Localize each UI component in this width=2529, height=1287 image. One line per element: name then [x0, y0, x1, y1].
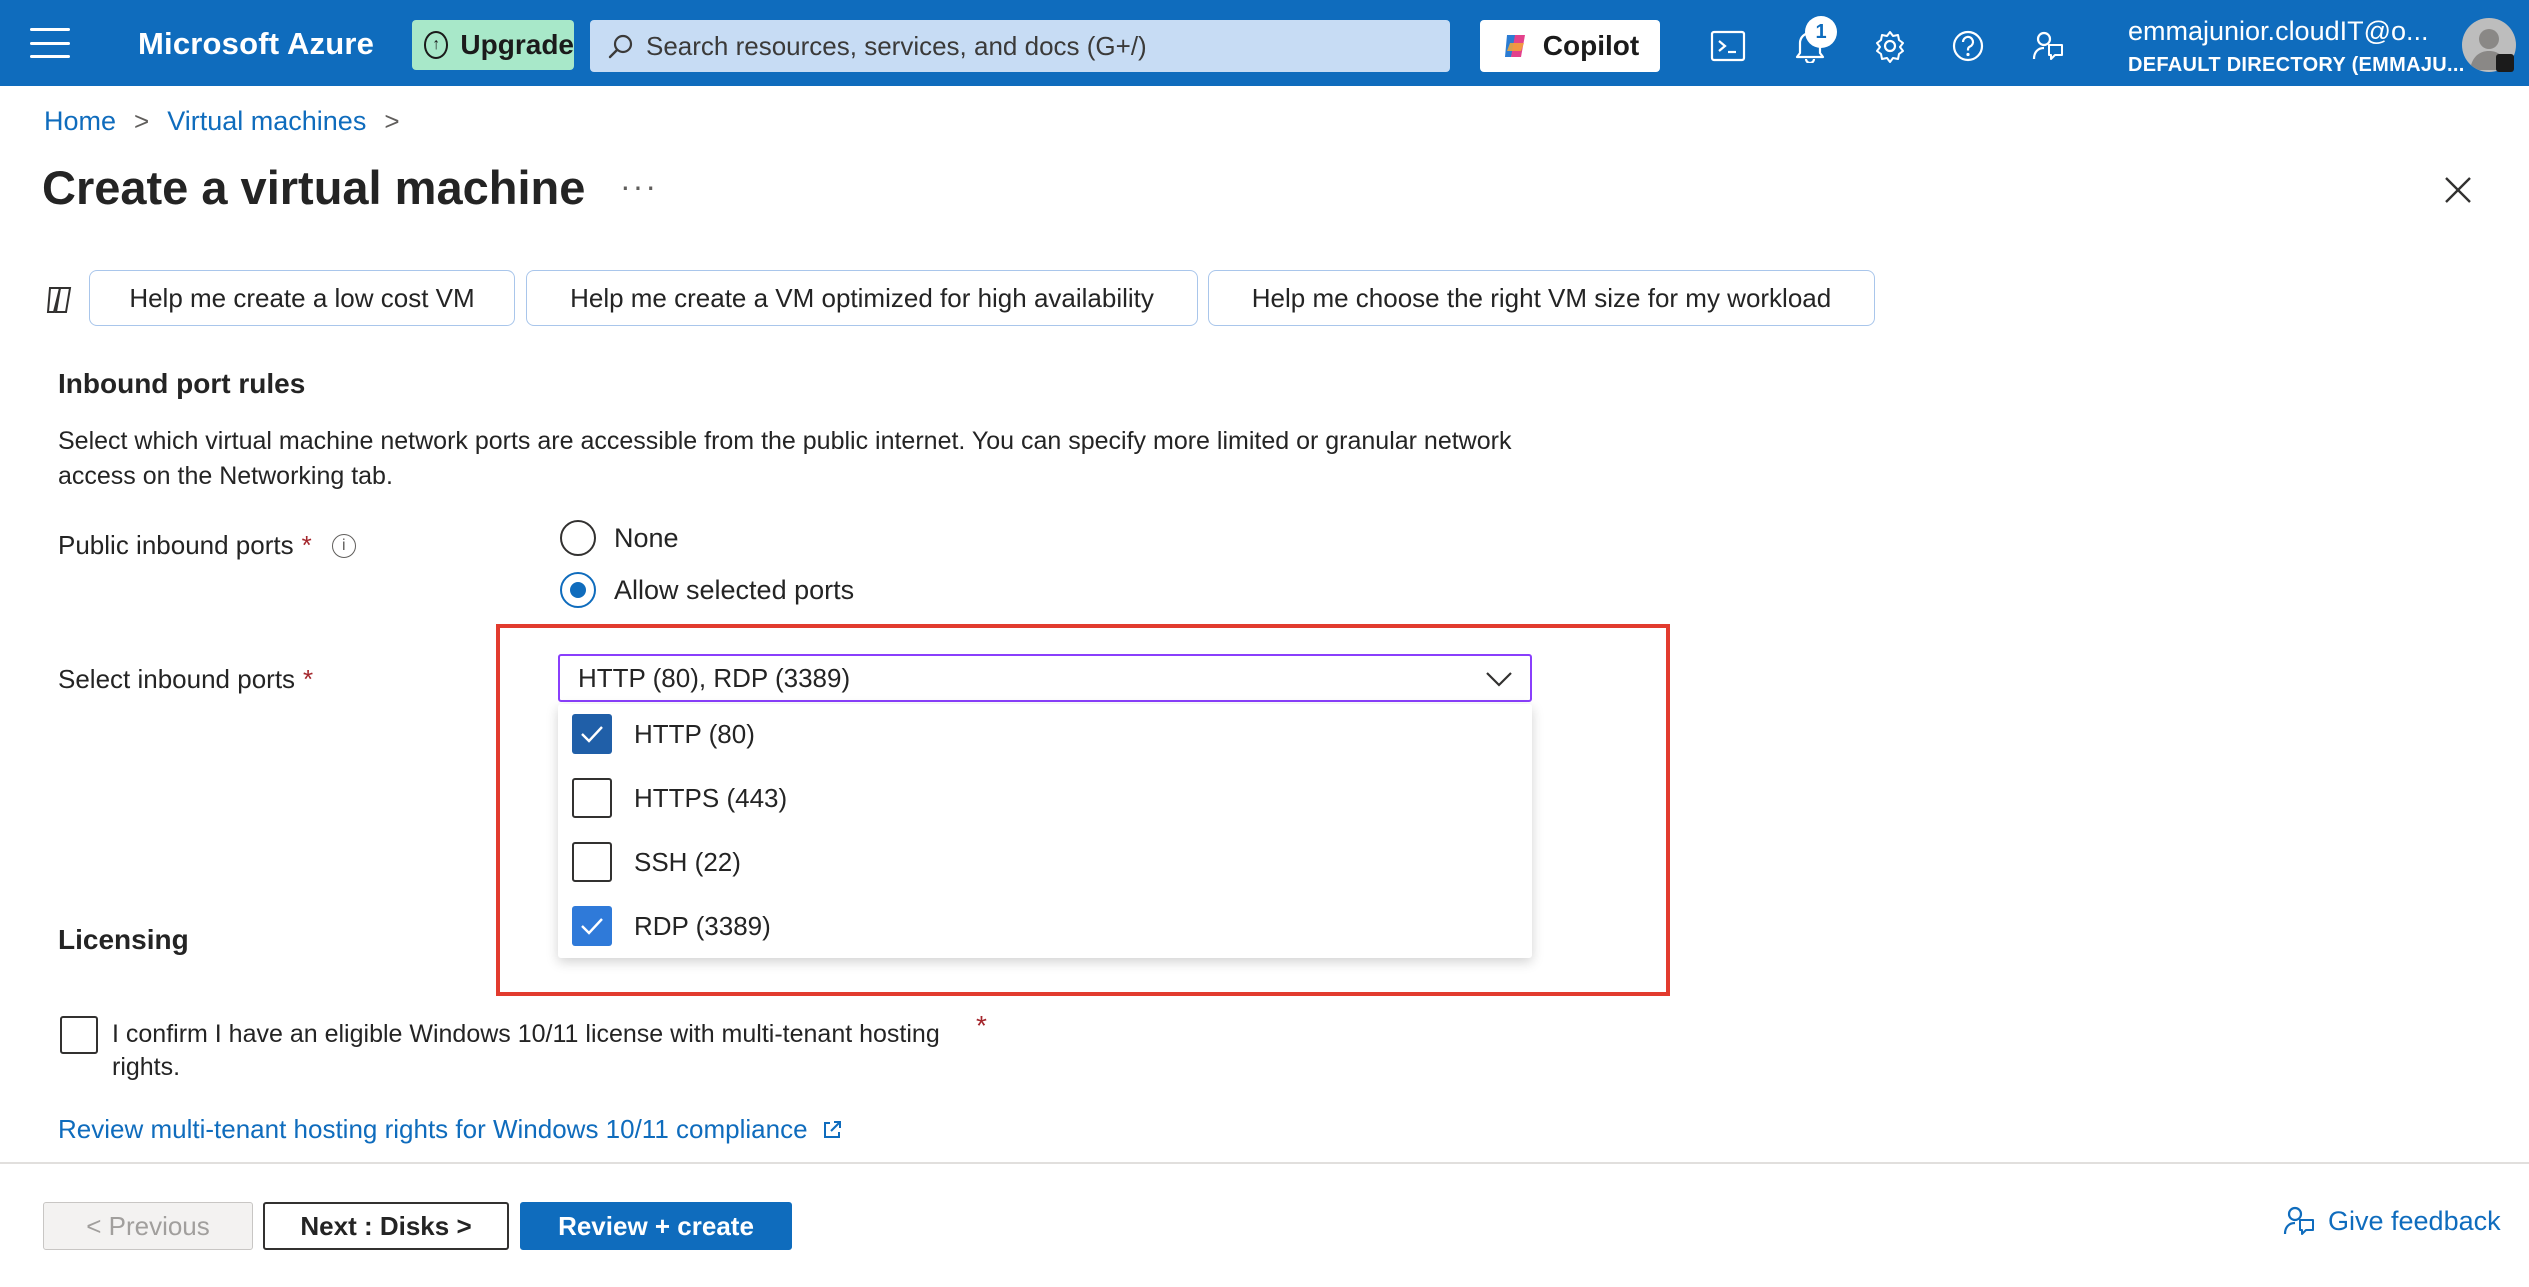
upgrade-button[interactable]: ↑ Upgrade	[412, 20, 574, 70]
chevron-down-icon	[1486, 672, 1512, 687]
public-inbound-ports-label: Public inbound ports * i	[58, 530, 356, 561]
next-disks-button[interactable]: Next : Disks >	[263, 1202, 509, 1250]
suggestion-vm-size[interactable]: Help me choose the right VM size for my …	[1208, 270, 1875, 326]
checkbox-checked[interactable]	[572, 714, 612, 754]
brand-title[interactable]: Microsoft Azure	[138, 26, 374, 62]
feedback-icon	[2283, 1206, 2314, 1235]
radio-none-label: None	[614, 522, 679, 553]
review-hosting-rights-link[interactable]: Review multi-tenant hosting rights for W…	[58, 1114, 844, 1145]
port-option-label: HTTPS (443)	[634, 782, 788, 813]
radio-allow-label: Allow selected ports	[614, 574, 855, 605]
feedback-icon[interactable]	[2028, 26, 2068, 66]
radio-allow-selected-ports[interactable]: Allow selected ports	[560, 572, 854, 608]
inbound-port-rules-heading: Inbound port rules	[58, 368, 306, 399]
port-option-rdp[interactable]: RDP (3389)	[572, 906, 771, 946]
breadcrumb-virtual-machines[interactable]: Virtual machines	[167, 106, 366, 137]
inbound-ports-select[interactable]: HTTP (80), RDP (3389)	[558, 654, 1532, 702]
checkbox-checked[interactable]	[572, 906, 612, 946]
port-option-http[interactable]: HTTP (80)	[572, 714, 755, 754]
copilot-icon	[42, 282, 78, 318]
port-option-ssh[interactable]: SSH (22)	[572, 842, 741, 882]
copilot-label: Copilot	[1542, 30, 1640, 61]
radio-none[interactable]: None	[560, 520, 679, 556]
port-option-label: HTTP (80)	[634, 718, 755, 749]
breadcrumb-home[interactable]: Home	[44, 106, 116, 137]
review-link-text: Review multi-tenant hosting rights for W…	[58, 1114, 808, 1144]
chevron-right-icon: >	[134, 106, 150, 136]
account-directory[interactable]: DEFAULT DIRECTORY (EMMAJU...	[2128, 54, 2465, 77]
previous-button[interactable]: < Previous	[43, 1202, 253, 1250]
license-confirm-checkbox[interactable]	[60, 1016, 98, 1054]
radio-circle-selected[interactable]	[560, 572, 596, 608]
search-icon	[608, 34, 633, 59]
footer-divider	[0, 1162, 2529, 1164]
top-bar: Microsoft Azure ↑ Upgrade Copilot 1 emma…	[0, 0, 2529, 86]
inbound-description: Select which virtual machine network por…	[58, 427, 1512, 490]
review-create-button[interactable]: Review + create	[520, 1202, 792, 1250]
more-options-icon[interactable]: ···	[620, 168, 658, 205]
port-option-label: RDP (3389)	[634, 910, 771, 941]
checkmark-icon	[581, 726, 603, 743]
menu-icon[interactable]	[30, 28, 70, 58]
global-search[interactable]	[590, 20, 1450, 72]
checkmark-icon	[581, 918, 603, 935]
search-input[interactable]	[646, 30, 1426, 62]
page-title: Create a virtual machine	[42, 161, 586, 214]
gear-icon[interactable]	[1870, 26, 1910, 66]
licensing-heading: Licensing	[58, 924, 189, 955]
upgrade-label: Upgrade	[460, 29, 574, 60]
give-feedback-text: Give feedback	[2328, 1205, 2501, 1236]
close-icon[interactable]	[2436, 168, 2480, 212]
suggestion-low-cost-vm[interactable]: Help me create a low cost VM	[89, 270, 515, 326]
copilot-button[interactable]: Copilot	[1480, 20, 1660, 72]
port-option-label: SSH (22)	[634, 846, 741, 877]
public-inbound-ports-text: Public inbound ports	[58, 530, 294, 560]
arrow-up-icon: ↑	[424, 31, 449, 59]
copilot-icon	[1504, 35, 1525, 57]
required-mark: *	[976, 1010, 987, 1041]
give-feedback-link[interactable]: Give feedback	[2282, 1204, 2501, 1238]
cloud-shell-icon[interactable]	[1708, 26, 1748, 66]
lock-icon	[2496, 54, 2514, 72]
inbound-ports-select-value: HTTP (80), RDP (3389)	[578, 662, 851, 693]
required-mark: *	[301, 530, 312, 560]
breadcrumb: Home > Virtual machines >	[44, 106, 418, 137]
checkbox-unchecked[interactable]	[572, 842, 612, 882]
checkbox-unchecked[interactable]	[572, 778, 612, 818]
help-icon[interactable]	[1948, 26, 1988, 66]
account-email[interactable]: emmajunior.cloudIT@o...	[2128, 16, 2429, 47]
port-option-https[interactable]: HTTPS (443)	[572, 778, 787, 818]
radio-circle[interactable]	[560, 520, 596, 556]
select-inbound-ports-text: Select inbound ports	[58, 664, 296, 694]
external-link-icon	[823, 1120, 841, 1138]
license-confirm-text: I confirm I have an eligible Windows 10/…	[112, 1020, 940, 1081]
inbound-ports-dropdown: HTTP (80) HTTPS (443) SSH (22) RDP (3389…	[558, 704, 1532, 958]
info-icon[interactable]: i	[331, 533, 356, 558]
notification-badge: 1	[1805, 16, 1837, 48]
select-inbound-ports-label: Select inbound ports *	[58, 664, 313, 695]
chevron-right-icon: >	[384, 106, 400, 136]
required-mark: *	[303, 664, 314, 694]
suggestion-high-availability-vm[interactable]: Help me create a VM optimized for high a…	[526, 270, 1198, 326]
